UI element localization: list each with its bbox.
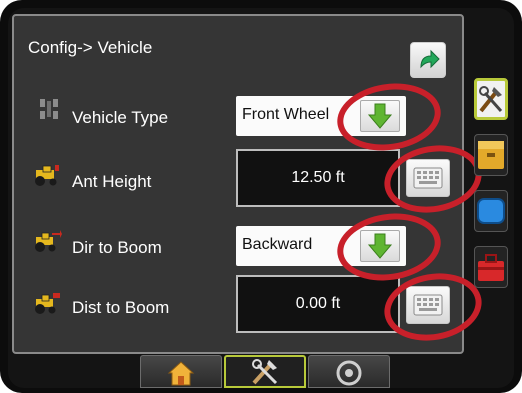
vehicle-type-dropdown[interactable]: Front Wheel	[236, 96, 406, 136]
side-tab-tools[interactable]	[474, 78, 508, 120]
tractor-direction-icon	[35, 230, 62, 252]
device-frame: Config-> Vehicle Vehicle Type Front Whee…	[0, 0, 522, 393]
tools-icon	[479, 86, 503, 113]
display-icon	[477, 198, 505, 224]
down-arrow-icon	[367, 233, 393, 259]
dist-to-boom-label: Dist to Boom	[72, 298, 170, 317]
page-title: Config-> Vehicle	[28, 38, 153, 57]
tractor-distance-icon	[35, 293, 60, 314]
tools-icon	[252, 359, 278, 385]
bottom-tab-home[interactable]	[140, 355, 222, 388]
vehicle-type-icon	[40, 99, 58, 119]
down-arrow-icon	[367, 103, 393, 129]
back-button[interactable]	[410, 42, 446, 78]
home-icon	[167, 361, 195, 386]
dir-to-boom-dropdown-button[interactable]	[360, 230, 400, 262]
ant-height-keyboard-button[interactable]	[406, 159, 450, 197]
side-tab-toolbox[interactable]	[474, 246, 508, 288]
tractor-antenna-icon	[35, 165, 59, 186]
dist-to-boom-value[interactable]: 0.00 ft	[236, 275, 400, 333]
steering-wheel-icon	[336, 360, 362, 386]
bottom-tab-guidance[interactable]	[308, 355, 390, 388]
storage-box-icon	[478, 141, 504, 169]
dist-to-boom-keyboard-button[interactable]	[406, 286, 450, 324]
dir-to-boom-label: Dir to Boom	[72, 238, 162, 257]
keyboard-icon	[413, 167, 443, 189]
vehicle-type-value: Front Wheel	[242, 106, 330, 123]
back-arrow-icon	[420, 49, 440, 69]
side-tab-storage[interactable]	[474, 134, 508, 176]
side-tab-display[interactable]	[474, 190, 508, 232]
toolbox-icon	[478, 254, 504, 281]
ant-height-value[interactable]: 12.50 ft	[236, 149, 400, 207]
ant-height-label: Ant Height	[72, 172, 152, 191]
dir-to-boom-value: Backward	[242, 236, 313, 253]
vehicle-type-label: Vehicle Type	[72, 108, 169, 127]
keyboard-icon	[413, 294, 443, 316]
config-panel: Config-> Vehicle Vehicle Type Front Whee…	[12, 14, 487, 354]
screen: Config-> Vehicle Vehicle Type Front Whee…	[8, 8, 514, 388]
vehicle-type-dropdown-button[interactable]	[360, 100, 400, 132]
bottom-tab-setup[interactable]	[224, 355, 306, 388]
dir-to-boom-dropdown[interactable]: Backward	[236, 226, 406, 266]
